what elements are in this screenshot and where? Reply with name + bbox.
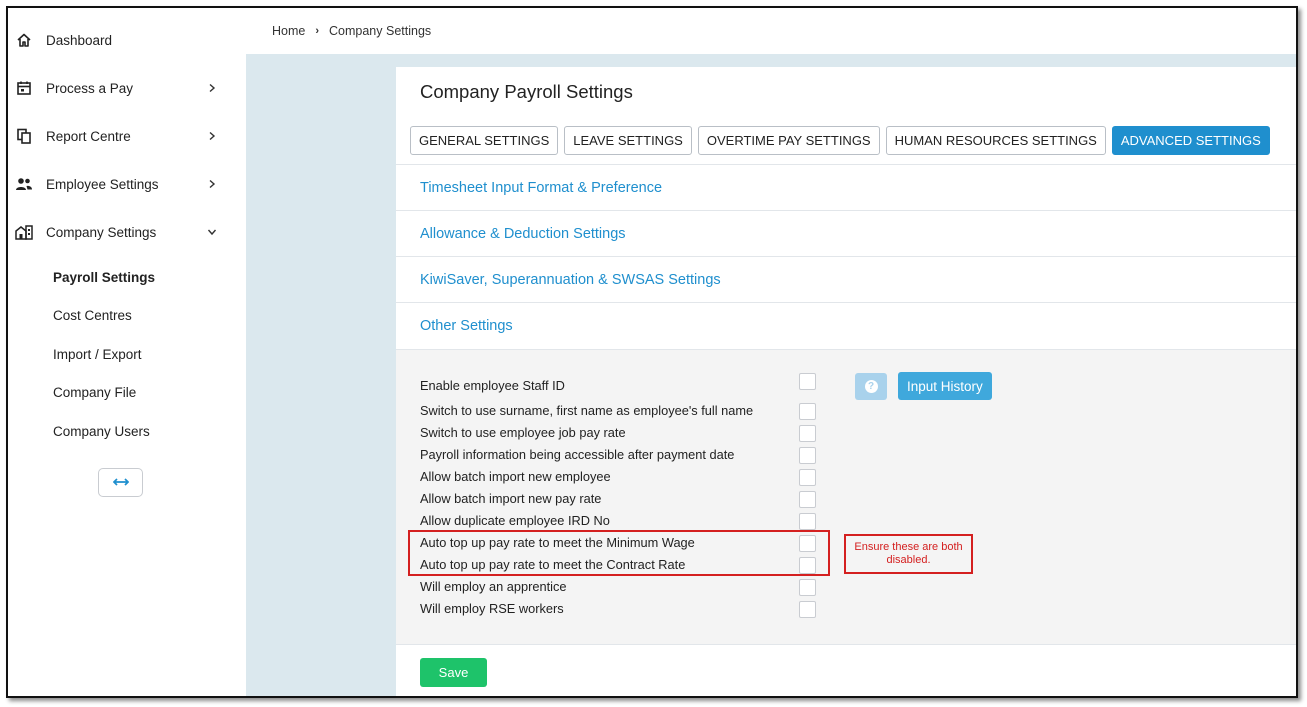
sidebar-item-employee-settings[interactable]: Employee Settings bbox=[8, 164, 246, 204]
calendar-icon bbox=[14, 78, 34, 98]
sidebar-item-label: Process a Pay bbox=[46, 80, 134, 96]
tab-advanced-settings[interactable]: ADVANCED SETTINGS bbox=[1111, 126, 1270, 155]
chevron-right-icon bbox=[206, 82, 218, 94]
job-pay-rate-checkbox[interactable] bbox=[799, 425, 816, 442]
tab-leave-settings[interactable]: LEAVE SETTINGS bbox=[564, 126, 692, 155]
batch-import-pay-rate-checkbox[interactable] bbox=[799, 491, 816, 508]
tab-general-settings[interactable]: GENERAL SETTINGS bbox=[410, 126, 559, 155]
people-icon bbox=[14, 174, 34, 194]
main-area: Home › Company Settings Company Payroll … bbox=[246, 8, 1296, 696]
chevron-down-icon bbox=[206, 226, 218, 238]
sidebar-item-label: Employee Settings bbox=[46, 176, 159, 192]
sidebar-subitem-company-file[interactable]: Company File bbox=[53, 385, 136, 400]
sidebar-subitem-import-export[interactable]: Import / Export bbox=[53, 347, 142, 362]
section-allowance-deduction[interactable]: Allowance & Deduction Settings bbox=[396, 210, 1296, 256]
setting-label: Enable employee Staff ID bbox=[420, 378, 565, 393]
page-title: Company Payroll Settings bbox=[420, 81, 633, 102]
surname-first-name-checkbox[interactable] bbox=[799, 403, 816, 420]
input-history-button[interactable]: Input History bbox=[898, 372, 992, 400]
setting-label: Allow duplicate employee IRD No bbox=[420, 513, 610, 528]
app-window: Dashboard Process a Pay Report Centre Em… bbox=[6, 6, 1298, 698]
tab-overtime-pay-settings[interactable]: OVERTIME PAY SETTINGS bbox=[697, 126, 880, 155]
sidebar-item-company-settings[interactable]: Company Settings bbox=[8, 212, 246, 252]
sidebar-item-label: Report Centre bbox=[46, 128, 131, 144]
breadcrumb-separator: › bbox=[315, 25, 320, 37]
setting-label: Allow batch import new pay rate bbox=[420, 491, 602, 506]
copy-icon bbox=[14, 126, 34, 146]
settings-card: Company Payroll Settings GENERAL SETTING… bbox=[396, 67, 1296, 696]
employ-rse-workers-checkbox[interactable] bbox=[799, 601, 816, 618]
help-button[interactable]: ? bbox=[855, 373, 887, 400]
auto-top-up-contract-rate-checkbox[interactable] bbox=[799, 557, 816, 574]
setting-label: Switch to use employee job pay rate bbox=[420, 425, 626, 440]
save-button[interactable]: Save bbox=[420, 658, 487, 687]
breadcrumb: Home › Company Settings bbox=[246, 8, 1296, 54]
auto-top-up-minimum-wage-checkbox[interactable] bbox=[799, 535, 816, 552]
section-other-settings[interactable]: Other Settings bbox=[396, 302, 1296, 348]
employ-apprentice-checkbox[interactable] bbox=[799, 579, 816, 596]
setting-label: Will employ RSE workers bbox=[420, 601, 564, 616]
sidebar-subitem-company-users[interactable]: Company Users bbox=[53, 424, 150, 439]
breadcrumb-current: Company Settings bbox=[329, 24, 432, 38]
collapse-sidebar-button[interactable] bbox=[98, 468, 143, 497]
sidebar-item-dashboard[interactable]: Dashboard bbox=[8, 20, 246, 60]
sidebar: Dashboard Process a Pay Report Centre Em… bbox=[8, 8, 246, 696]
tab-human-resources-settings[interactable]: HUMAN RESOURCES SETTINGS bbox=[885, 126, 1106, 155]
home-icon bbox=[14, 30, 34, 50]
settings-tabs: GENERAL SETTINGS LEAVE SETTINGS OVERTIME… bbox=[410, 126, 1270, 155]
sidebar-item-process-a-pay[interactable]: Process a Pay bbox=[8, 68, 246, 108]
sidebar-item-label: Dashboard bbox=[46, 32, 113, 48]
batch-import-employee-checkbox[interactable] bbox=[799, 469, 816, 486]
breadcrumb-home[interactable]: Home bbox=[272, 24, 305, 38]
setting-label: Will employ an apprentice bbox=[420, 579, 567, 594]
setting-label: Auto top up pay rate to meet the Minimum… bbox=[420, 535, 695, 550]
sidebar-item-label: Company Settings bbox=[46, 224, 157, 240]
duplicate-ird-checkbox[interactable] bbox=[799, 513, 816, 530]
chevron-right-icon bbox=[206, 178, 218, 190]
sidebar-subitem-cost-centres[interactable]: Cost Centres bbox=[53, 308, 132, 323]
section-timesheet-input-format[interactable]: Timesheet Input Format & Preference bbox=[396, 164, 1296, 210]
sidebar-item-report-centre[interactable]: Report Centre bbox=[8, 116, 246, 156]
payroll-info-accessible-checkbox[interactable] bbox=[799, 447, 816, 464]
sidebar-subitem-payroll-settings[interactable]: Payroll Settings bbox=[53, 270, 155, 285]
double-arrow-icon bbox=[112, 474, 129, 492]
setting-label: Auto top up pay rate to meet the Contrac… bbox=[420, 557, 686, 572]
section-kiwisaver-superannuation[interactable]: KiwiSaver, Superannuation & SWSAS Settin… bbox=[396, 256, 1296, 302]
setting-label: Allow batch import new employee bbox=[420, 469, 611, 484]
building-icon bbox=[14, 222, 34, 242]
enable-staff-id-checkbox[interactable] bbox=[799, 373, 816, 390]
question-icon: ? bbox=[864, 380, 878, 393]
chevron-right-icon bbox=[206, 130, 218, 142]
setting-label: Payroll information being accessible aft… bbox=[420, 447, 735, 462]
annotation-note: Ensure these are both disabled. bbox=[844, 534, 973, 574]
setting-label: Switch to use surname, first name as emp… bbox=[420, 403, 754, 418]
